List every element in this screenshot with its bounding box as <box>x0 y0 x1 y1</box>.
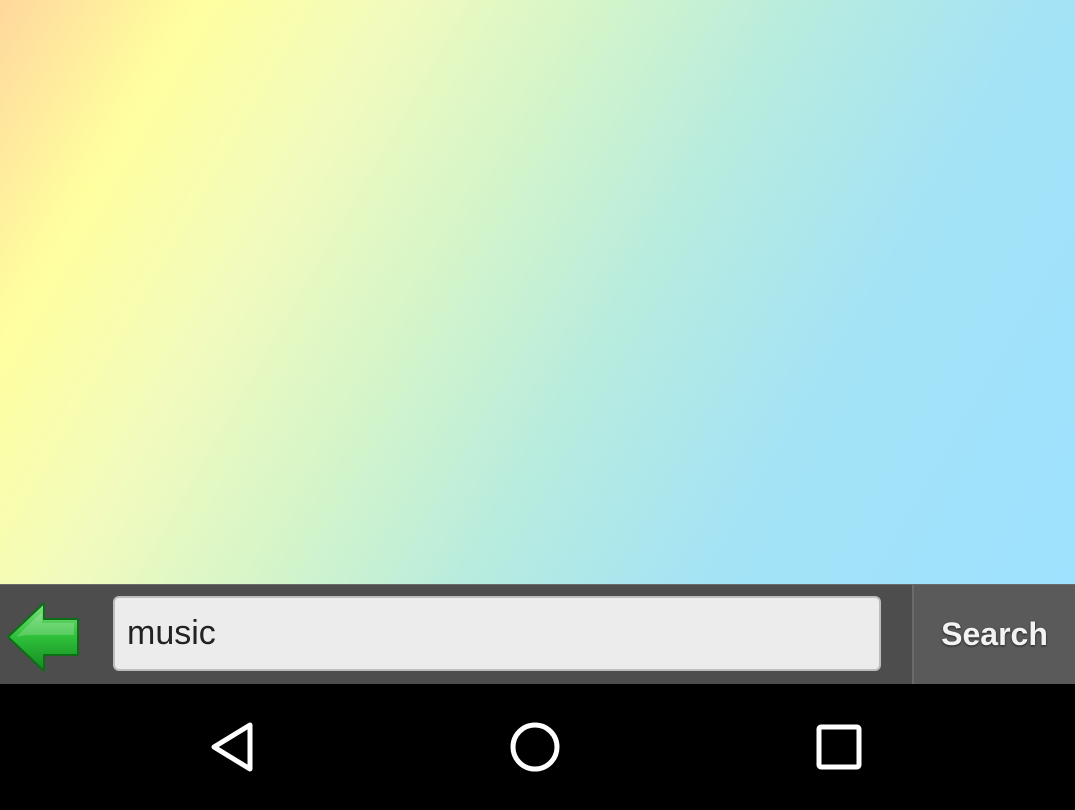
square-recents-icon <box>816 724 862 770</box>
circle-home-icon <box>510 722 560 772</box>
nav-home-button[interactable] <box>475 684 595 810</box>
green-back-arrow-icon <box>7 602 79 672</box>
search-input[interactable] <box>113 596 881 671</box>
gradient-content-area <box>0 0 1075 584</box>
system-navigation-bar <box>0 684 1075 810</box>
triangle-back-icon <box>211 722 253 772</box>
nav-back-button[interactable] <box>172 684 292 810</box>
search-button[interactable]: Search <box>914 585 1075 684</box>
back-button[interactable] <box>0 585 100 684</box>
search-toolbar: Search <box>0 584 1075 684</box>
nav-recents-button[interactable] <box>779 684 899 810</box>
app-screen: Search <box>0 0 1075 810</box>
